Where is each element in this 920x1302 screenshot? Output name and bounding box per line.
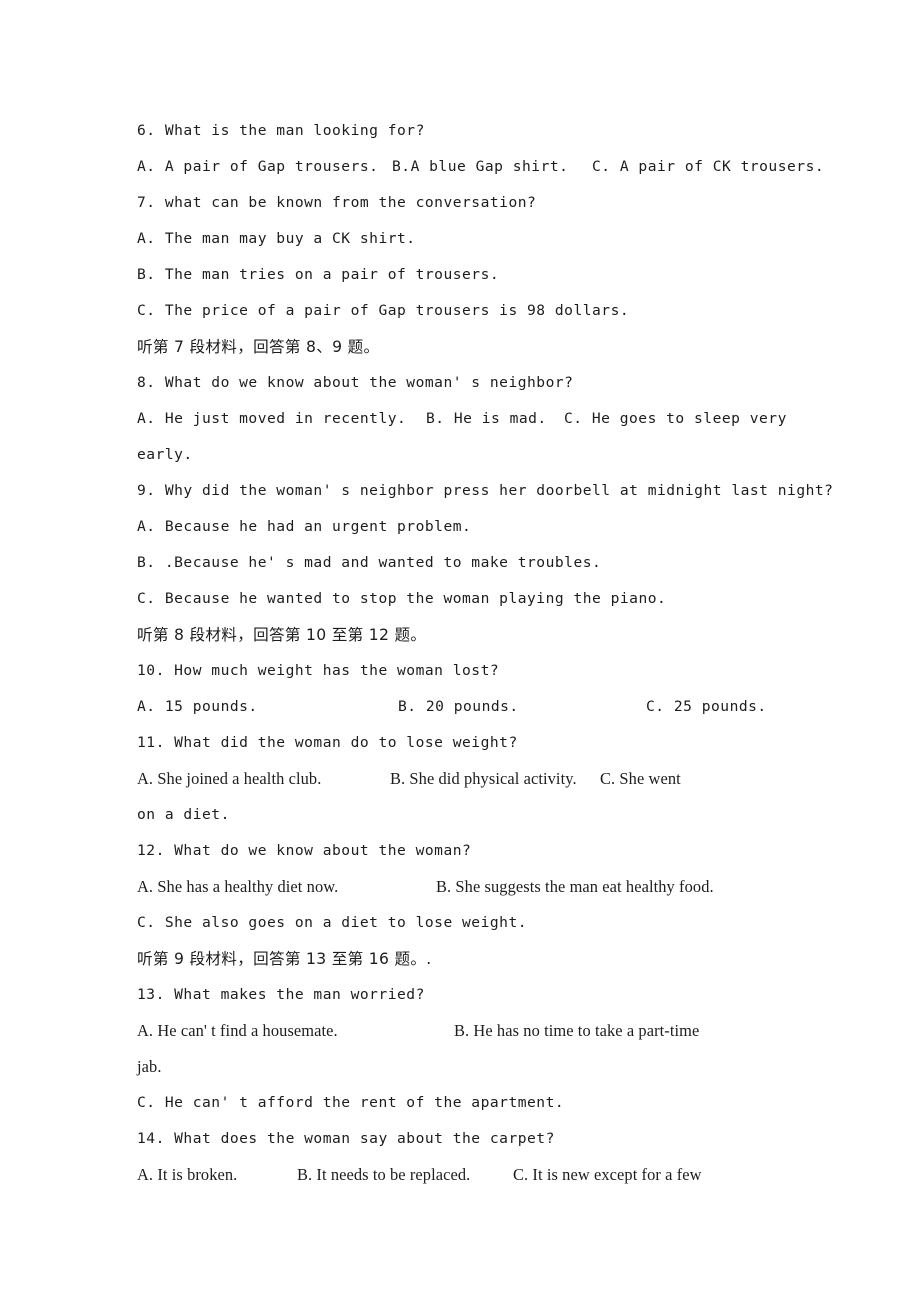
text-line-instruction-passage-8: 听第 8 段材料，回答第 10 至第 12 题。 [137, 626, 427, 644]
text-line-instruction-passage-9: 听第 9 段材料，回答第 13 至第 16 题。. [137, 950, 432, 968]
text-line-q12-stem: 12. What do we know about the woman? [137, 842, 472, 859]
text-line-q13-option-b-wrap: jab. [137, 1057, 162, 1076]
option-q13-options-0: A. He can' t find a housemate. [137, 1021, 338, 1040]
text-line-q11-stem: 11. What did the woman do to lose weight… [137, 734, 518, 751]
option-q11-options-2: C. She went [600, 769, 681, 788]
text-line-q13-options: A. He can' t find a housemate. B. He has … [137, 1013, 785, 1049]
text-line-q7-option-c: C. The price of a pair of Gap trousers i… [137, 302, 630, 319]
text-line-q12-option-c: C. She also goes on a diet to lose weigh… [137, 914, 528, 931]
option-q8-options-1: B. He is mad. [426, 410, 547, 427]
text-line-q8-option-c-wrap: early. [137, 446, 193, 463]
text-line-q7-option-b: B. The man tries on a pair of trousers. [137, 266, 500, 283]
text-line-q14-options: A. It is broken. B. It needs to be replac… [137, 1157, 785, 1193]
text-line-q6-options: A. A pair of Gap trousers. B.A blue Gap s… [137, 149, 824, 185]
text-line-q11-options: A. She joined a health club. B. She did p… [137, 761, 785, 797]
option-q11-options-0: A. She joined a health club. [137, 769, 322, 788]
option-q12-options-1: B. She suggests the man eat healthy food… [436, 877, 714, 896]
option-q13-options-1: B. He has no time to take a part-time [454, 1021, 700, 1040]
option-q11-options-1: B. She did physical activity. [390, 769, 577, 788]
option-q14-options-1: B. It needs to be replaced. [297, 1165, 471, 1184]
text-line-q11-option-c-wrap: on a diet. [137, 806, 230, 823]
option-q10-options-2: C. 25 pounds. [646, 698, 767, 715]
text-line-q7-option-a: A. The man may buy a CK shirt. [137, 230, 416, 247]
option-q6-options-0: A. A pair of Gap trousers. [137, 158, 379, 175]
option-q10-options-1: B. 20 pounds. [398, 698, 519, 715]
option-q6-options-2: C. A pair of CK trousers. [592, 158, 825, 175]
text-line-q9-option-a: A. Because he had an urgent problem. [137, 518, 472, 535]
document-page: 6. What is the man looking for? A. A pair… [0, 0, 920, 1302]
option-q14-options-2: C. It is new except for a few [513, 1165, 702, 1184]
text-line-q14-stem: 14. What does the woman say about the ca… [137, 1130, 555, 1147]
text-line-q8-stem: 8. What do we know about the woman' s ne… [137, 374, 574, 391]
option-q6-options-1: B.A blue Gap shirt. [392, 158, 569, 175]
text-line-q8-options: A. He just moved in recently. B. He is ma… [137, 401, 787, 437]
text-line-instruction-passage-7: 听第 7 段材料，回答第 8、9 题。 [137, 338, 380, 356]
text-line-q10-stem: 10. How much weight has the woman lost? [137, 662, 500, 679]
text-line-q9-stem: 9. Why did the woman' s neighbor press h… [137, 482, 834, 499]
text-line-q9-option-c: C. Because he wanted to stop the woman p… [137, 590, 667, 607]
text-line-q12-options: A. She has a healthy diet now. B. She sug… [137, 869, 785, 905]
option-q12-options-0: A. She has a healthy diet now. [137, 877, 339, 896]
option-q14-options-0: A. It is broken. [137, 1165, 238, 1184]
text-line-q13-option-c: C. He can' t afford the rent of the apar… [137, 1094, 565, 1111]
text-line-q6-stem: 6. What is the man looking for? [137, 122, 425, 139]
option-q8-options-0: A. He just moved in recently. [137, 410, 407, 427]
text-line-q13-stem: 13. What makes the man worried? [137, 986, 425, 1003]
text-line-q7-stem: 7. what can be known from the conversati… [137, 194, 537, 211]
option-q8-options-2: C. He goes to sleep very [564, 410, 787, 427]
text-line-q10-options: A. 15 pounds. B. 20 pounds. C. 25 pounds. [137, 689, 785, 725]
document-text-body: 6. What is the man looking for? A. A pair… [137, 113, 834, 1193]
text-line-q9-option-b: B. .Because he' s mad and wanted to make… [137, 554, 602, 571]
option-q10-options-0: A. 15 pounds. [137, 698, 258, 715]
